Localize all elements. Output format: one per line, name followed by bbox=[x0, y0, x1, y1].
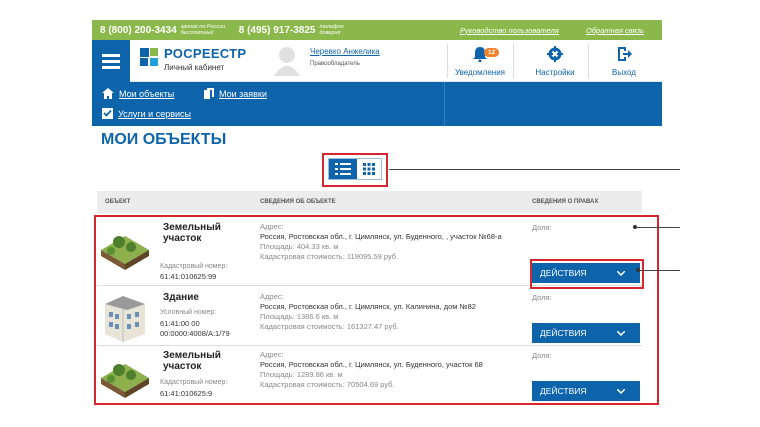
header: РОСРЕЕСТР Личный кабинет Черевко Анжелик… bbox=[92, 40, 662, 82]
gear-icon bbox=[547, 46, 563, 62]
actions-label: ДЕЙСТВИЯ bbox=[540, 328, 587, 338]
table-row[interactable]: Здание Условный номер: 61:41:00 00 00:00… bbox=[97, 288, 642, 346]
highlight-frame bbox=[530, 259, 644, 289]
grid-view-button[interactable] bbox=[357, 159, 381, 179]
conditional-number: 61:41:00 00 bbox=[160, 319, 200, 328]
user-avatar-icon bbox=[274, 47, 300, 76]
share-label: Доля: bbox=[532, 223, 552, 232]
cadastral-cost: Кадастровая стоимость: 70504.69 руб. bbox=[260, 380, 395, 389]
land-plot-icon bbox=[101, 364, 149, 398]
rosreestr-logo-icon bbox=[140, 48, 158, 66]
brand-subtitle: Личный кабинет bbox=[164, 63, 225, 72]
table-header: ОБЪЕКТ СВЕДЕНИЯ ОБ ОБЪЕКТЕ СВЕДЕНИЯ О ПР… bbox=[97, 191, 642, 213]
actions-button[interactable]: ДЕЙСТВИЯ bbox=[532, 323, 640, 343]
nav-divider bbox=[444, 82, 445, 126]
object-info: Адрес: Россия, Ростовская обл., г. Цимля… bbox=[260, 222, 530, 262]
list-view-icon bbox=[335, 163, 351, 175]
user-guide-link[interactable]: Руководство пользователя bbox=[460, 26, 559, 35]
hotline-note: звонок по России бесплатный bbox=[180, 24, 226, 36]
actions-button[interactable]: ДЕЙСТВИЯ bbox=[532, 381, 640, 401]
grid-view-icon bbox=[363, 163, 375, 175]
chevron-down-icon bbox=[616, 388, 625, 394]
view-toggle bbox=[328, 158, 382, 180]
col-info-header: СВЕДЕНИЯ ОБ ОБЪЕКТЕ bbox=[260, 199, 336, 205]
cadastral-number: 61:41:010625:99 bbox=[160, 272, 217, 281]
checkbox-icon bbox=[102, 108, 113, 119]
cadastral-number-label: Кадастровый номер: bbox=[160, 263, 228, 270]
settings-label: Настройки bbox=[535, 68, 575, 77]
callout-line bbox=[639, 270, 680, 271]
menu-icon[interactable] bbox=[92, 40, 130, 82]
nav-my-objects[interactable]: Мои объекты bbox=[102, 88, 174, 99]
nav-my-requests-label: Мои заявки bbox=[219, 88, 267, 99]
logout-icon bbox=[618, 47, 632, 61]
header-divider bbox=[588, 44, 589, 78]
address: Россия, Ростовская обл., г. Цимлянск, ул… bbox=[260, 360, 483, 369]
land-plot-icon bbox=[101, 236, 149, 270]
hotline-phone: 8 (800) 200-3434 bbox=[100, 24, 177, 36]
notifications-badge: 12 bbox=[484, 48, 500, 57]
user-role: Правообладатель bbox=[310, 61, 360, 67]
main-nav: Мои объекты Мои заявки Услуги и сервисы bbox=[92, 82, 662, 126]
notifications-label: Уведомления bbox=[454, 68, 506, 77]
user-name-link[interactable]: Черевко Анжелика bbox=[310, 47, 380, 56]
header-divider bbox=[447, 44, 448, 78]
address: Россия, Ростовская обл., г. Цимлянск, ул… bbox=[260, 232, 502, 241]
cadastral-cost: Кадастровая стоимость: 119095.59 руб. bbox=[260, 252, 399, 261]
col-rights-header: СВЕДЕНИЯ О ПРАВАХ bbox=[532, 199, 599, 205]
table-row[interactable]: Земельный участок Кадастровый номер: 61:… bbox=[97, 346, 642, 404]
callout-line bbox=[636, 227, 680, 228]
trust-phone: 8 (495) 917-3825 bbox=[238, 24, 316, 36]
address-label: Адрес: bbox=[260, 292, 284, 301]
cadastral-number: 61:41:010625:9 bbox=[160, 389, 213, 398]
object-info: Адрес: Россия, Ростовская обл., г. Цимля… bbox=[260, 350, 530, 390]
object-type: Здание bbox=[163, 292, 199, 303]
header-divider bbox=[513, 44, 514, 78]
address-label: Адрес: bbox=[260, 222, 284, 231]
chevron-down-icon bbox=[616, 330, 625, 336]
object-info: Адрес: Россия, Ростовская обл., г. Цимля… bbox=[260, 292, 530, 332]
callout-line bbox=[389, 169, 680, 170]
address: Россия, Ростовская обл., г. Цимлянск, ул… bbox=[260, 302, 476, 311]
logout-label: Выход bbox=[612, 68, 636, 77]
area: Площадь: 404.33 кв. м bbox=[260, 242, 339, 251]
actions-label: ДЕЙСТВИЯ bbox=[540, 386, 587, 396]
conditional-number-cont: 00:0000:4008/A:1/79 bbox=[160, 329, 230, 338]
notifications-button[interactable]: 12 Уведомления bbox=[450, 42, 510, 80]
object-type: Земельный участок bbox=[163, 350, 221, 372]
address-label: Адрес: bbox=[260, 350, 284, 359]
share-label: Доля: bbox=[532, 293, 552, 302]
brand-name: РОСРЕЕСТР bbox=[164, 46, 247, 61]
trust-phone-note: телефон доверия bbox=[319, 24, 344, 36]
top-contact-bar: 8 (800) 200-3434 звонок по России беспла… bbox=[92, 20, 662, 40]
settings-button[interactable]: Настройки bbox=[525, 42, 585, 80]
nav-my-objects-label: Мои объекты bbox=[119, 88, 175, 99]
feedback-link[interactable]: Обратная связь bbox=[586, 26, 644, 35]
page-title: МОИ ОБЪЕКТЫ bbox=[101, 131, 227, 148]
cadastral-number-label: Кадастровый номер: bbox=[160, 379, 228, 386]
home-icon bbox=[102, 88, 114, 99]
logout-button[interactable]: Выход bbox=[594, 42, 654, 80]
nav-services-label: Услуги и сервисы bbox=[118, 108, 191, 119]
conditional-number-label: Условный номер: bbox=[160, 309, 217, 316]
object-type: Земельный участок bbox=[163, 222, 221, 244]
building-icon bbox=[105, 296, 145, 342]
document-icon bbox=[204, 88, 214, 99]
list-view-button[interactable] bbox=[329, 159, 357, 179]
nav-my-requests[interactable]: Мои заявки bbox=[204, 88, 267, 99]
share-label: Доля: bbox=[532, 351, 552, 360]
area: Площадь: 1289.86 кв. м bbox=[260, 370, 343, 379]
cadastral-cost: Кадастровая стоимость: 161327.47 руб. bbox=[260, 322, 399, 331]
area: Площадь: 1386.6 кв. м bbox=[260, 312, 339, 321]
col-object-header: ОБЪЕКТ bbox=[105, 199, 131, 205]
nav-services[interactable]: Услуги и сервисы bbox=[102, 108, 191, 119]
